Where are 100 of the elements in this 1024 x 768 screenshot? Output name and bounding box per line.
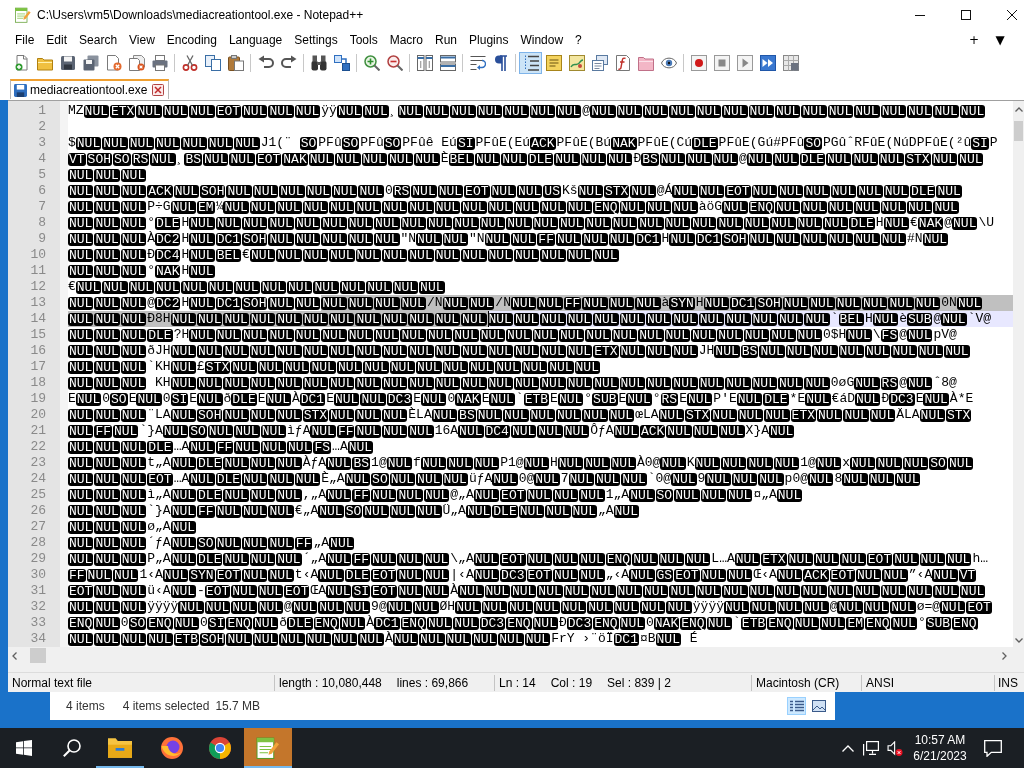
indent-guide-button[interactable] [519,51,542,74]
control-character: NUL [490,184,516,198]
control-character: NUL [453,328,479,342]
text-fragment: E [618,391,627,407]
menu-item[interactable]: Plugins [463,31,515,50]
menu-item[interactable]: Tools [343,31,384,50]
control-character: NUL [777,312,804,326]
scroll-up-icon[interactable] [1014,107,1023,112]
control-character: NUL [748,232,774,246]
control-character: NUL [855,392,881,406]
control-character: NUL [706,616,733,630]
control-character: DC4 [155,248,181,262]
control-character: NUL [339,280,366,294]
control-character: DLE [197,488,223,502]
control-character: NUL [397,104,423,118]
control-character: NUL [387,152,414,166]
control-character: FF [68,568,86,582]
menu-item[interactable]: View [123,31,161,50]
control-character: FF [352,488,371,502]
control-character: NUL [473,552,500,566]
control-character: NUL [173,184,200,198]
large-icons-view-button[interactable] [809,697,828,715]
control-character: NUL [751,312,777,326]
scroll-thumb[interactable] [30,648,46,663]
control-character: NUL [658,552,684,566]
chevron-up-icon[interactable] [842,744,854,752]
stacked-windows-icon [439,54,456,71]
text-fragment: P [989,135,998,151]
control-character: NUL [68,552,94,566]
control-character: DC1 [613,632,639,646]
control-character: ENQ [400,616,426,630]
control-character: SI [456,136,475,150]
control-character: NUL [83,104,109,118]
details-view-button[interactable] [787,697,806,715]
close-icon[interactable] [152,84,165,96]
control-character: NUL [510,232,537,246]
menu-item[interactable]: ? [569,31,588,50]
text-fragment: "N [400,231,417,247]
control-character: NUL [835,296,862,310]
control-character: NUL [197,312,223,326]
text-fragment: JH [698,343,715,359]
control-character: NUL [672,200,698,214]
control-character: NUL [389,360,416,374]
control-character: NUL [537,584,563,598]
control-character: NUL [638,216,664,230]
horizontal-scrollbar[interactable] [8,647,1024,664]
document-tab[interactable]: mediacreationtool.exe [10,79,170,99]
scroll-thumb[interactable] [1014,121,1023,141]
menu-item[interactable]: Window [514,31,570,50]
menu-item[interactable]: Language [222,31,289,50]
scroll-right-icon[interactable] [1002,651,1007,660]
menu-item[interactable]: Search [73,31,124,50]
control-character: NUL [840,552,866,566]
control-character: NUL [223,488,249,502]
control-character: NUL [268,328,294,342]
control-character: NUL [68,456,94,470]
control-character: BS [458,408,476,422]
text-fragment: ° [147,263,156,279]
menu-item[interactable]: Edit [40,31,74,50]
line-number: 4 [37,151,47,167]
control-character: EOT [215,104,242,118]
network-monitor-icon[interactable] [863,740,879,756]
text-fragment: `0@ [647,471,672,487]
control-character: NUL [513,344,540,358]
menu-item[interactable]: File [9,31,41,50]
control-character: NUL [481,600,507,614]
control-character: NUL [113,568,139,582]
control-character: NUL [94,344,120,358]
clock-time[interactable]: 10:57 AM [914,732,966,748]
menu-item[interactable]: Settings [288,31,344,50]
control-character: NUL [249,344,276,358]
notification-icon[interactable] [984,739,1002,757]
clock-date[interactable]: 6/21/2023 [913,748,967,764]
scroll-left-icon[interactable] [12,651,17,660]
control-character: NUL [113,424,139,438]
scroll-down-icon[interactable] [1014,638,1023,643]
vertical-scrollbar[interactable] [1013,101,1024,647]
text-fragment: t„A [147,455,171,471]
control-character: NUL [68,296,94,310]
control-character: NUL [468,296,495,310]
menu-item[interactable]: Encoding [160,31,223,50]
menu-item[interactable]: Run [429,31,464,50]
control-character: NUL [408,312,434,326]
control-character: NUL [940,600,966,614]
control-character: NUL [189,248,215,262]
control-character: NUL [336,360,363,374]
control-character: NUL [442,360,468,374]
control-character: NUL [593,312,619,326]
speaker-muted-icon[interactable] [887,740,903,756]
tab-list-button[interactable]: ▼ [987,31,1013,50]
control-character: DC3 [386,392,413,406]
control-character: NUL [619,344,645,358]
control-character: NUL [540,200,566,214]
control-character: NUL [423,488,450,502]
control-character: NUL [215,216,242,230]
menu-item[interactable]: Macro [383,31,429,50]
control-character: NUL [842,472,868,486]
add-tab-button[interactable]: + [961,31,987,50]
control-character: NUL [534,600,560,614]
control-character: NUL [907,376,933,390]
